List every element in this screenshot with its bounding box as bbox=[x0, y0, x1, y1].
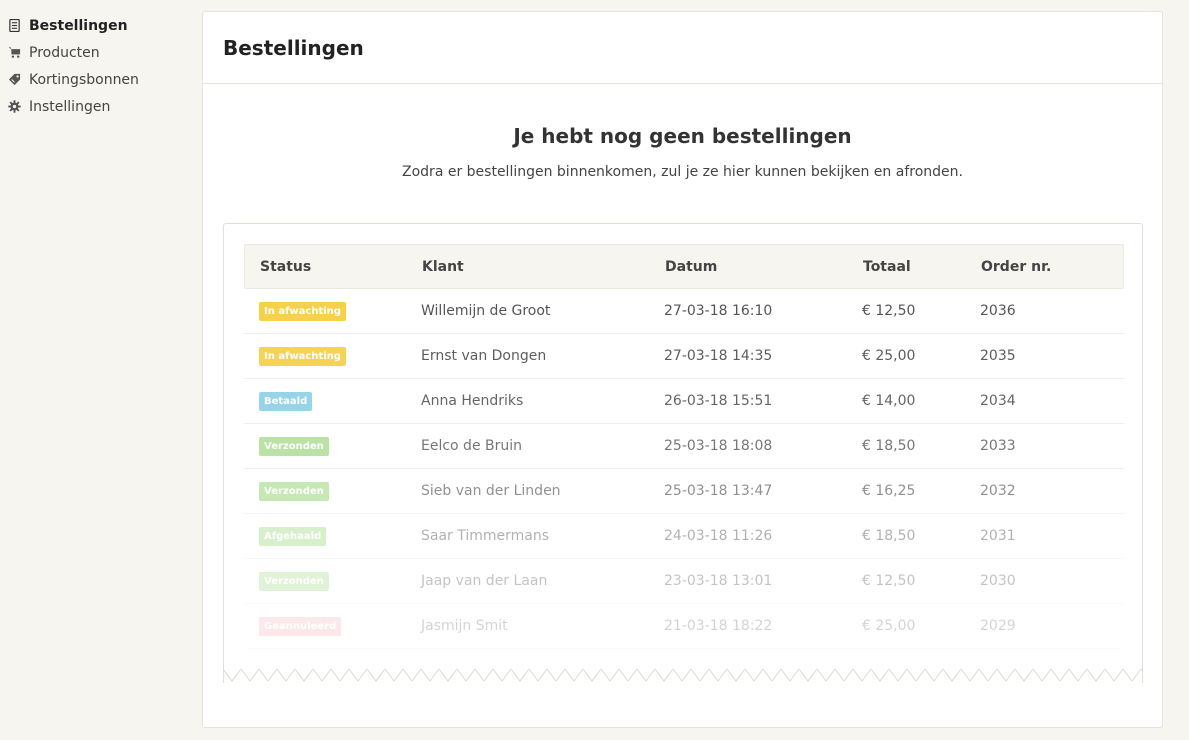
table-row[interactable]: Betaald Anna Hendriks 26-03-18 15:51 € 14,0… bbox=[244, 379, 1124, 424]
order-nr-cell: 2036 bbox=[980, 303, 1016, 319]
status-cell: Verzonden bbox=[244, 481, 421, 501]
table-header: Status Klant Datum Totaal Order nr. bbox=[244, 244, 1124, 289]
totaal-cell: € 25,00 bbox=[862, 348, 916, 364]
status-cell: Afgehaald bbox=[244, 526, 421, 546]
totaal-cell: € 12,50 bbox=[862, 303, 916, 319]
totaal-cell: € 18,50 bbox=[862, 438, 916, 454]
status-cell: Geannuleerd bbox=[244, 616, 421, 636]
column-header-totaal: Totaal bbox=[863, 258, 911, 275]
sidebar-item-label: Bestellingen bbox=[29, 17, 128, 34]
totaal-cell: € 25,00 bbox=[862, 618, 916, 634]
page-title: Bestellingen bbox=[223, 35, 364, 60]
orders-panel: Bestellingen Je hebt nog geen bestelling… bbox=[202, 11, 1163, 728]
status-badge: In afwachting bbox=[259, 346, 346, 366]
totaal-cell: € 12,50 bbox=[862, 573, 916, 589]
sidebar-item-label: Kortingsbonnen bbox=[29, 71, 139, 88]
klant-cell: Eelco de Bruin bbox=[421, 438, 523, 454]
sidebar-item-bestellingen[interactable]: Bestellingen bbox=[0, 12, 190, 39]
status-badge: Verzonden bbox=[259, 436, 329, 456]
cart-icon bbox=[7, 46, 21, 60]
empty-state-text: Zodra er bestellingen binnenkomen, zul j… bbox=[402, 164, 963, 180]
datum-cell: 23-03-18 13:01 bbox=[664, 573, 773, 589]
status-cell: In afwachting bbox=[244, 346, 421, 366]
order-nr-cell: 2029 bbox=[980, 618, 1016, 634]
column-header-status: Status bbox=[260, 258, 312, 275]
sidebar-item-producten[interactable]: Producten bbox=[0, 39, 190, 66]
column-header-order-nr: Order nr. bbox=[981, 258, 1052, 275]
klant-cell: Anna Hendriks bbox=[421, 393, 524, 409]
klant-cell: Saar Timmermans bbox=[421, 528, 550, 544]
empty-state-title: Je hebt nog geen bestellingen bbox=[513, 124, 852, 148]
status-badge: Afgehaald bbox=[259, 526, 327, 546]
datum-cell: 25-03-18 13:47 bbox=[664, 483, 773, 499]
orders-table: Status Klant Datum Totaal Order nr. In a… bbox=[244, 244, 1124, 649]
table-row[interactable]: In afwachting Ernst van Dongen 27-03-18 14… bbox=[244, 334, 1124, 379]
table-row[interactable]: Geannuleerd Jasmijn Smit 21-03-18 18:22 € 2… bbox=[244, 604, 1124, 649]
order-nr-cell: 2032 bbox=[980, 483, 1016, 499]
order-nr-cell: 2030 bbox=[980, 573, 1016, 589]
document-icon bbox=[7, 19, 21, 33]
totaal-cell: € 16,25 bbox=[862, 483, 916, 499]
tag-icon bbox=[7, 73, 21, 87]
datum-cell: 25-03-18 18:08 bbox=[664, 438, 773, 454]
orders-preview-card: Status Klant Datum Totaal Order nr. In a… bbox=[223, 223, 1143, 683]
status-cell: Verzonden bbox=[244, 436, 421, 456]
datum-cell: 27-03-18 16:10 bbox=[664, 303, 773, 319]
order-nr-cell: 2034 bbox=[980, 393, 1016, 409]
klant-cell: Jasmijn Smit bbox=[421, 618, 508, 634]
table-row[interactable]: Verzonden Jaap van der Laan 23-03-18 13:01… bbox=[244, 559, 1124, 604]
datum-cell: 26-03-18 15:51 bbox=[664, 393, 773, 409]
status-cell: Betaald bbox=[244, 391, 421, 411]
status-cell: In afwachting bbox=[244, 301, 421, 321]
totaal-cell: € 18,50 bbox=[862, 528, 916, 544]
datum-cell: 24-03-18 11:26 bbox=[664, 528, 773, 544]
status-badge: Verzonden bbox=[259, 571, 329, 591]
sidebar-item-kortingsbonnen[interactable]: Kortingsbonnen bbox=[0, 66, 190, 93]
klant-cell: Willemijn de Groot bbox=[421, 303, 551, 319]
sidebar-item-instellingen[interactable]: Instellingen bbox=[0, 93, 190, 120]
status-badge: Verzonden bbox=[259, 481, 329, 501]
status-badge: Geannuleerd bbox=[259, 616, 342, 636]
status-badge: Betaald bbox=[259, 391, 313, 411]
column-header-datum: Datum bbox=[665, 258, 718, 275]
column-header-klant: Klant bbox=[422, 258, 464, 275]
gear-icon bbox=[7, 100, 21, 114]
torn-edge-line bbox=[223, 669, 1143, 682]
sidebar-item-label: Instellingen bbox=[29, 98, 111, 115]
table-row[interactable]: Afgehaald Saar Timmermans 24-03-18 11:26 € … bbox=[244, 514, 1124, 559]
order-nr-cell: 2033 bbox=[980, 438, 1016, 454]
panel-header: Bestellingen bbox=[203, 12, 1162, 84]
sidebar: Bestellingen Producten Kortingsbonnen In… bbox=[0, 12, 190, 120]
table-row[interactable]: Verzonden Sieb van der Linden 25-03-18 13:… bbox=[244, 469, 1124, 514]
table-row[interactable]: In afwachting Willemijn de Groot 27-03-18 … bbox=[244, 289, 1124, 334]
klant-cell: Jaap van der Laan bbox=[421, 573, 548, 589]
klant-cell: Sieb van der Linden bbox=[421, 483, 561, 499]
order-nr-cell: 2031 bbox=[980, 528, 1016, 544]
sidebar-item-label: Producten bbox=[29, 44, 100, 61]
datum-cell: 27-03-18 14:35 bbox=[664, 348, 773, 364]
klant-cell: Ernst van Dongen bbox=[421, 348, 547, 364]
datum-cell: 21-03-18 18:22 bbox=[664, 618, 773, 634]
table-row[interactable]: Verzonden Eelco de Bruin 25-03-18 18:08 € 1… bbox=[244, 424, 1124, 469]
status-cell: Verzonden bbox=[244, 571, 421, 591]
totaal-cell: € 14,00 bbox=[862, 393, 916, 409]
torn-edge-divider bbox=[223, 669, 1143, 682]
status-badge: In afwachting bbox=[259, 301, 346, 321]
order-nr-cell: 2035 bbox=[980, 348, 1016, 364]
